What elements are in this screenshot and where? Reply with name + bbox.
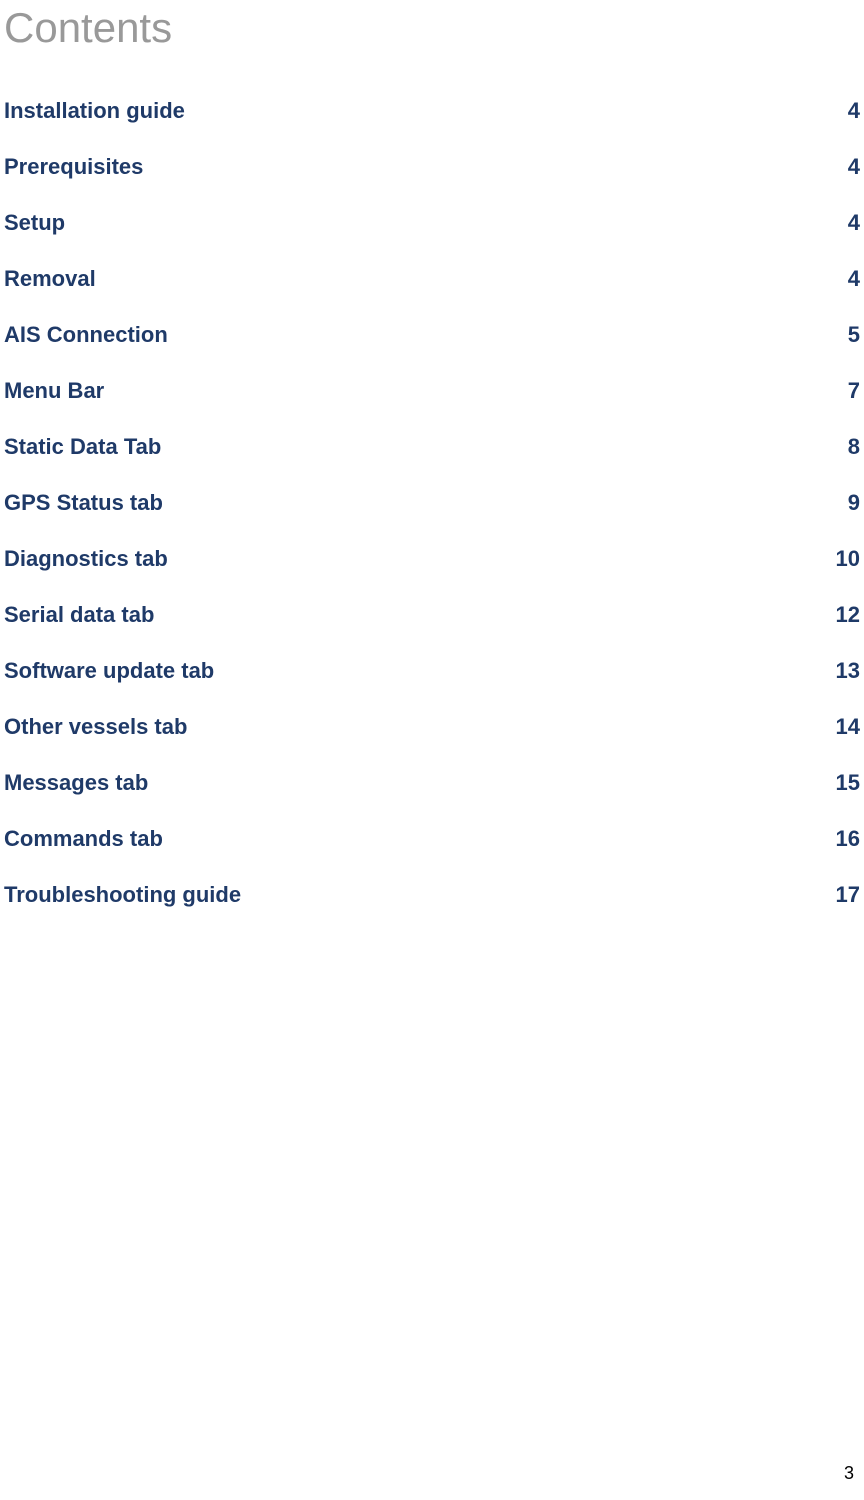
toc-entry[interactable]: Menu Bar 7 [4,378,860,404]
toc-entry-title: Diagnostics tab [4,546,168,572]
toc-entry-title: Removal [4,266,96,292]
toc-entry-title: Setup [4,210,65,236]
toc-entry-title: AIS Connection [4,322,168,348]
toc-entry[interactable]: Static Data Tab 8 [4,434,860,460]
table-of-contents: Installation guide 4 Prerequisites 4 Set… [0,98,864,908]
toc-entry[interactable]: GPS Status tab 9 [4,490,860,516]
toc-entry[interactable]: Messages tab 15 [4,770,860,796]
toc-entry-title: Software update tab [4,658,214,684]
page-number: 3 [844,1463,854,1484]
toc-entry-title: Static Data Tab [4,434,161,460]
toc-entry-title: Messages tab [4,770,148,796]
toc-entry-page: 4 [848,98,860,124]
toc-entry-title: Other vessels tab [4,714,187,740]
toc-entry[interactable]: Commands tab 16 [4,826,860,852]
toc-entry-title: Installation guide [4,98,185,124]
toc-entry-page: 5 [848,322,860,348]
page-title: Contents [0,0,864,52]
toc-entry-page: 7 [848,378,860,404]
toc-entry[interactable]: Installation guide 4 [4,98,860,124]
toc-entry-page: 16 [836,826,860,852]
toc-entry-page: 8 [848,434,860,460]
toc-entry-title: Menu Bar [4,378,104,404]
toc-entry[interactable]: Troubleshooting guide 17 [4,882,860,908]
toc-entry[interactable]: Prerequisites 4 [4,154,860,180]
toc-entry[interactable]: Removal 4 [4,266,860,292]
toc-entry[interactable]: Setup 4 [4,210,860,236]
toc-entry[interactable]: Other vessels tab 14 [4,714,860,740]
toc-entry-title: Troubleshooting guide [4,882,241,908]
toc-entry-title: Commands tab [4,826,163,852]
toc-entry[interactable]: AIS Connection 5 [4,322,860,348]
toc-entry-title: Serial data tab [4,602,154,628]
toc-entry-page: 15 [836,770,860,796]
toc-entry-title: GPS Status tab [4,490,163,516]
toc-entry[interactable]: Software update tab 13 [4,658,860,684]
toc-entry-page: 17 [836,882,860,908]
toc-entry-title: Prerequisites [4,154,143,180]
toc-entry-page: 13 [836,658,860,684]
toc-entry-page: 10 [836,546,860,572]
toc-entry[interactable]: Diagnostics tab 10 [4,546,860,572]
toc-entry-page: 14 [836,714,860,740]
toc-entry-page: 4 [848,154,860,180]
toc-entry-page: 4 [848,210,860,236]
toc-entry-page: 12 [836,602,860,628]
toc-entry-page: 4 [848,266,860,292]
toc-entry-page: 9 [848,490,860,516]
toc-entry[interactable]: Serial data tab 12 [4,602,860,628]
